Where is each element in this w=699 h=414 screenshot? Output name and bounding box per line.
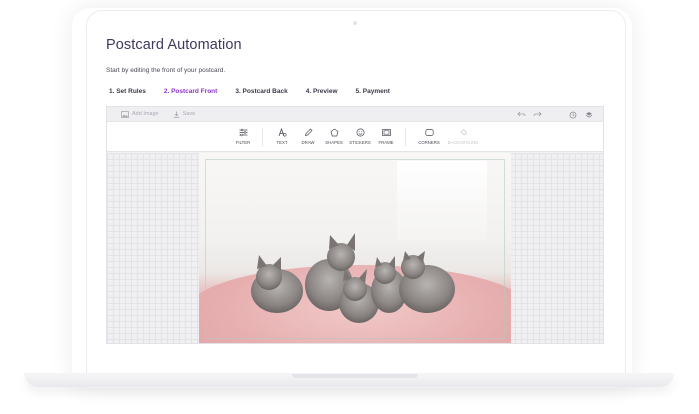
background-label: BACKGROUND [447, 140, 479, 145]
corners-tool[interactable]: CORNERS [414, 128, 444, 145]
step-payment[interactable]: 5. Payment [356, 88, 390, 95]
history-icon[interactable] [568, 110, 577, 119]
text-label: TEXT [276, 140, 288, 145]
toolbar-divider [262, 127, 263, 146]
add-image-button[interactable]: Add Image [121, 110, 159, 118]
smiley-icon [356, 128, 364, 137]
shapes-label: SHAPES [325, 140, 343, 145]
shapes-tool[interactable]: SHAPES [323, 128, 345, 145]
step-set-rules[interactable]: 1. Set Rules [109, 88, 146, 95]
paint-bucket-icon [460, 129, 467, 136]
layers-icon[interactable] [584, 110, 593, 119]
frame-tool[interactable]: FRAME [375, 128, 397, 145]
text-tool[interactable]: TEXT [271, 128, 293, 145]
stickers-label: STICKERS [349, 140, 371, 145]
frame-icon [381, 129, 391, 136]
sliders-icon [239, 128, 247, 137]
step-postcard-back[interactable]: 3. Postcard Back [235, 88, 287, 95]
redo-icon[interactable] [533, 110, 542, 119]
laptop-notch [292, 374, 418, 378]
image-icon [121, 110, 129, 118]
stickers-tool[interactable]: STICKERS [349, 128, 371, 145]
text-icon [278, 128, 287, 137]
draw-tool[interactable]: DRAW [297, 128, 319, 145]
print-safe-area [205, 159, 505, 339]
shapes-icon [330, 128, 338, 137]
rounded-rect-icon [424, 129, 434, 136]
editor-toolbar: FILTER TEXT DRAW SHAPES STICKERS FRAME C… [107, 122, 603, 152]
filter-label: FILTER [235, 140, 251, 145]
postcard-image[interactable] [199, 153, 511, 343]
page-title: Postcard Automation [106, 37, 242, 53]
editor-canvas[interactable] [107, 153, 603, 343]
filter-tool[interactable]: FILTER [232, 128, 254, 145]
draw-label: DRAW [301, 140, 315, 145]
step-postcard-front[interactable]: 2. Postcard Front [164, 88, 217, 95]
corners-label: CORNERS [418, 140, 440, 145]
step-navigation: 1. Set Rules 2. Postcard Front 3. Postca… [109, 88, 408, 95]
editor-topbar: Add Image Save [107, 107, 603, 122]
save-label: Save [182, 111, 196, 117]
background-tool[interactable]: BACKGROUND [448, 128, 478, 145]
download-icon [173, 111, 179, 118]
camera-dot [353, 21, 357, 25]
toolbar-divider [405, 127, 406, 146]
image-editor: Add Image Save FILTER TEXT DRAW SHAPES S… [106, 106, 604, 344]
page-subtitle: Start by editing the front of your postc… [106, 67, 226, 74]
history-controls [517, 110, 593, 119]
undo-icon[interactable] [517, 110, 526, 119]
step-preview[interactable]: 4. Preview [306, 88, 338, 95]
add-image-label: Add Image [132, 111, 159, 117]
pencil-icon [304, 128, 312, 136]
frame-label: FRAME [378, 140, 394, 145]
save-button[interactable]: Save [173, 111, 196, 118]
